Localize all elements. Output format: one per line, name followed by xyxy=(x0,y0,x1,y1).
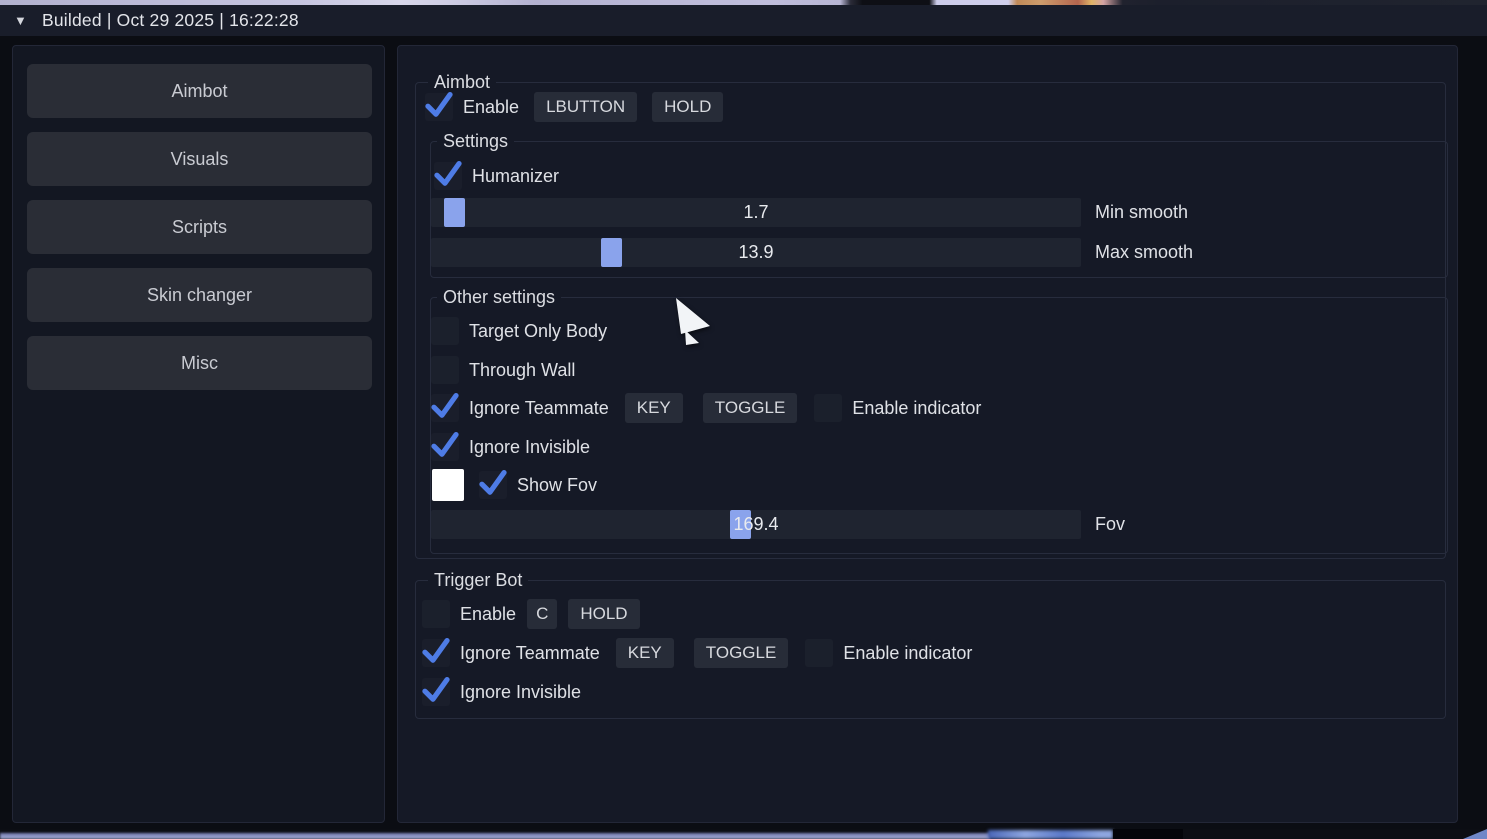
sidebar: Aimbot Visuals Scripts Skin changer Misc xyxy=(12,45,385,823)
ignore-teammate-mode-button[interactable]: TOGGLE xyxy=(703,393,798,423)
ignore-invisible-label: Ignore Invisible xyxy=(469,437,590,458)
trigger-ignore-invisible-checkbox[interactable] xyxy=(422,678,450,706)
enable-indicator-label: Enable indicator xyxy=(852,398,981,419)
ignore-teammate-checkbox[interactable] xyxy=(431,394,459,422)
game-backdrop-bottom xyxy=(0,829,1487,839)
sidebar-item-skin-changer[interactable]: Skin changer xyxy=(27,268,372,322)
ignore-teammate-label: Ignore Teammate xyxy=(469,398,609,419)
humanizer-checkbox[interactable] xyxy=(434,162,462,190)
max-smooth-value: 13.9 xyxy=(431,238,1081,267)
sidebar-item-misc[interactable]: Misc xyxy=(27,336,372,390)
fov-label: Fov xyxy=(1095,514,1125,535)
aimbot-keybind-button[interactable]: LBUTTON xyxy=(534,92,637,122)
trigger-ignore-teammate-keybind-button[interactable]: KEY xyxy=(616,638,674,668)
aimbot-enable-checkbox[interactable] xyxy=(425,93,453,121)
mouse-cursor-icon xyxy=(670,296,716,350)
humanizer-label: Humanizer xyxy=(472,166,559,187)
check-icon xyxy=(432,158,464,190)
backdrop-lavender-band xyxy=(0,833,990,839)
backdrop-blur-text xyxy=(988,830,1113,839)
trigger-enable-row: Enable C HOLD xyxy=(422,599,640,629)
backdrop-black-block xyxy=(1113,829,1183,839)
through-wall-label: Through Wall xyxy=(469,360,575,381)
check-icon xyxy=(420,674,452,706)
trigger-ignore-invisible-row: Ignore Invisible xyxy=(422,677,581,707)
target-only-body-row: Target Only Body xyxy=(431,316,607,346)
trigger-enable-checkbox[interactable] xyxy=(422,600,450,628)
trigger-ignore-teammate-row: Ignore Teammate KEY TOGGLE Enable indica… xyxy=(422,638,972,668)
check-icon xyxy=(477,467,509,499)
backdrop-blue-triangle xyxy=(1463,829,1487,839)
show-fov-row: Show Fov xyxy=(432,468,597,502)
check-icon xyxy=(429,390,461,422)
aimbot-enable-row: Enable LBUTTON HOLD xyxy=(425,92,723,122)
show-fov-checkbox[interactable] xyxy=(479,471,507,499)
min-smooth-label: Min smooth xyxy=(1095,202,1188,223)
through-wall-row: Through Wall xyxy=(431,355,575,385)
sidebar-item-scripts[interactable]: Scripts xyxy=(27,200,372,254)
humanizer-row: Humanizer xyxy=(434,161,559,191)
target-only-body-checkbox[interactable] xyxy=(431,317,459,345)
min-smooth-slider[interactable]: 1.7 xyxy=(431,198,1081,227)
ignore-teammate-row: Ignore Teammate KEY TOGGLE Enable indica… xyxy=(431,393,981,423)
trigger-ignore-teammate-label: Ignore Teammate xyxy=(460,643,600,664)
trigger-ignore-teammate-mode-button[interactable]: TOGGLE xyxy=(694,638,789,668)
window-title: Builded | Oct 29 2025 | 16:22:28 xyxy=(42,10,299,31)
max-smooth-slider[interactable]: 13.9 xyxy=(431,238,1081,267)
trigger-keybind-button[interactable]: C xyxy=(527,599,557,629)
fov-value: 169.4 xyxy=(431,510,1081,539)
trigger-ignore-teammate-checkbox[interactable] xyxy=(422,639,450,667)
trigger-enable-indicator-checkbox[interactable] xyxy=(805,639,833,667)
check-icon xyxy=(429,429,461,461)
ignore-teammate-keybind-button[interactable]: KEY xyxy=(625,393,683,423)
aimbot-mode-button[interactable]: HOLD xyxy=(652,92,723,122)
through-wall-checkbox[interactable] xyxy=(431,356,459,384)
title-bar: ▼ Builded | Oct 29 2025 | 16:22:28 xyxy=(0,5,1487,36)
trigger-mode-button[interactable]: HOLD xyxy=(568,599,639,629)
trigger-enable-label: Enable xyxy=(460,604,516,625)
check-icon xyxy=(423,89,455,121)
main-panel: Aimbot Enable LBUTTON HOLD Settings Huma… xyxy=(397,45,1458,823)
fov-color-swatch[interactable] xyxy=(432,469,464,501)
aimbot-enable-label: Enable xyxy=(463,97,519,118)
trigger-bot-group-legend: Trigger Bot xyxy=(428,569,528,591)
settings-group-legend: Settings xyxy=(437,130,514,152)
min-smooth-row: 1.7 Min smooth xyxy=(431,197,1188,227)
sidebar-item-aimbot[interactable]: Aimbot xyxy=(27,64,372,118)
max-smooth-row: 13.9 Max smooth xyxy=(431,237,1193,267)
ignore-invisible-checkbox[interactable] xyxy=(431,433,459,461)
trigger-enable-indicator-label: Enable indicator xyxy=(843,643,972,664)
target-only-body-label: Target Only Body xyxy=(469,321,607,342)
other-settings-group-legend: Other settings xyxy=(437,286,561,308)
fov-slider-row: 169.4 Fov xyxy=(431,509,1125,539)
trigger-ignore-invisible-label: Ignore Invisible xyxy=(460,682,581,703)
enable-indicator-checkbox[interactable] xyxy=(814,394,842,422)
show-fov-label: Show Fov xyxy=(517,475,597,496)
min-smooth-value: 1.7 xyxy=(431,198,1081,227)
sidebar-item-visuals[interactable]: Visuals xyxy=(27,132,372,186)
check-icon xyxy=(420,635,452,667)
fov-slider[interactable]: 169.4 xyxy=(431,510,1081,539)
ignore-invisible-row: Ignore Invisible xyxy=(431,432,590,462)
collapse-triangle-icon[interactable]: ▼ xyxy=(14,13,34,28)
max-smooth-label: Max smooth xyxy=(1095,242,1193,263)
